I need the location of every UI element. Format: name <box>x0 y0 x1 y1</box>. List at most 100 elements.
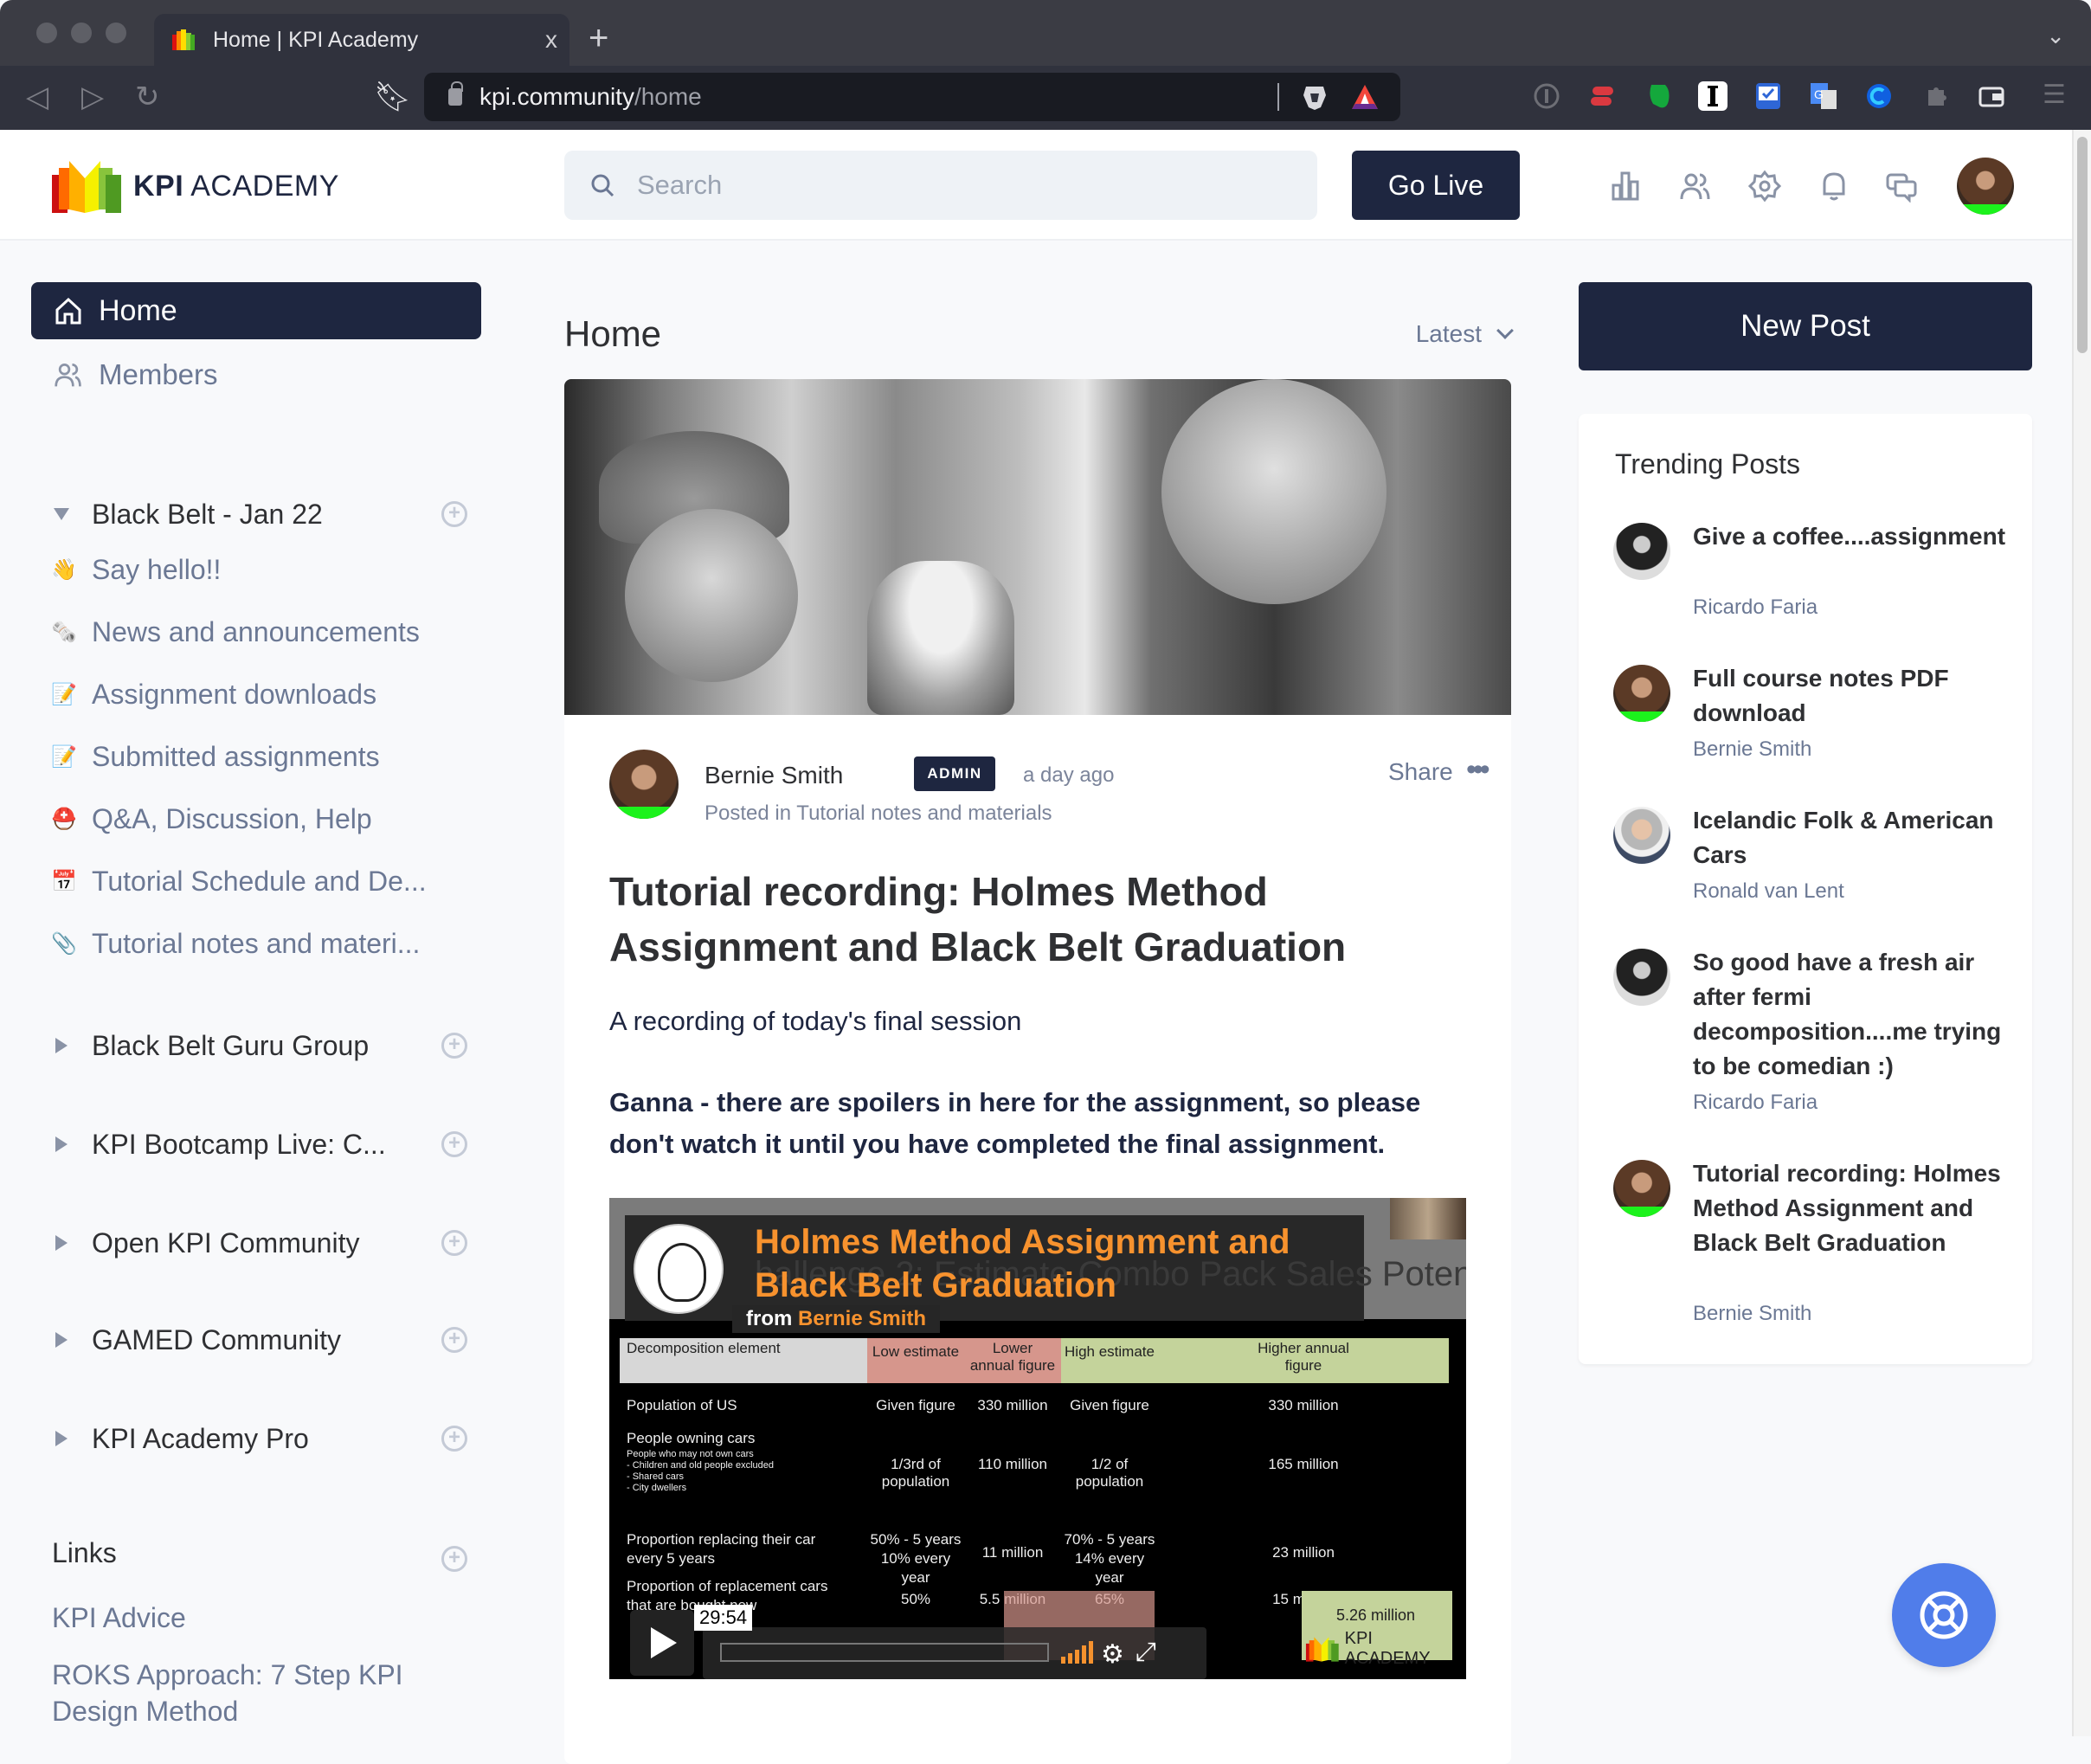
tab-list-chevron-icon[interactable]: ⌄ <box>2046 23 2065 49</box>
more-options-icon[interactable]: ••• <box>1466 753 1490 787</box>
page-title: Home <box>564 313 662 354</box>
google-translate-icon[interactable]: G <box>1809 81 1838 111</box>
messages-icon[interactable] <box>1885 170 1918 203</box>
add-channel-icon[interactable]: + <box>441 1327 467 1353</box>
cover-woman-face <box>625 509 798 682</box>
sidebar-item-home[interactable]: Home <box>31 282 481 339</box>
channel-submitted-assignments[interactable]: 📝 Submitted assignments <box>50 741 380 773</box>
channel-tutorial-schedule[interactable]: 📅 Tutorial Schedule and De... <box>50 866 427 898</box>
new-post-button[interactable]: New Post <box>1579 282 2032 370</box>
sidebar-group-black-belt-guru[interactable]: Black Belt Guru Group + <box>31 1020 481 1072</box>
leaderboard-icon[interactable] <box>1610 170 1643 203</box>
caret-down-icon[interactable] <box>54 508 69 520</box>
posted-in-channel[interactable]: Posted in Tutorial notes and materials <box>705 802 1052 826</box>
page-scrollbar[interactable] <box>2072 130 2091 1736</box>
trending-author: Ronald van Lent <box>1693 879 1844 903</box>
table-cell: Proportion replacing their car every 5 y… <box>627 1531 816 1567</box>
instapaper-icon[interactable] <box>1698 81 1727 111</box>
wallet-icon[interactable] <box>1977 81 2006 111</box>
caret-right-icon[interactable] <box>55 1038 68 1053</box>
bookmark-icon[interactable]: 🔖︎ <box>374 80 411 114</box>
cloudhq-icon[interactable] <box>1864 81 1894 111</box>
channel-tutorial-notes[interactable]: 📎 Tutorial notes and materi... <box>50 928 420 960</box>
channel-news[interactable]: 🗞️ News and announcements <box>50 616 420 648</box>
post-title[interactable]: Tutorial recording: Holmes Method Assign… <box>609 864 1475 975</box>
evernote-icon[interactable] <box>1644 81 1674 111</box>
caret-right-icon[interactable] <box>55 1431 68 1446</box>
sidebar-group-open-kpi[interactable]: Open KPI Community + <box>31 1217 481 1269</box>
go-live-button[interactable]: Go Live <box>1352 151 1520 220</box>
settings-icon[interactable] <box>1748 170 1781 203</box>
caret-right-icon[interactable] <box>55 1136 68 1152</box>
extensions-puzzle-icon[interactable] <box>1921 81 1951 111</box>
window-close-button[interactable] <box>36 23 57 43</box>
scrollbar-thumb[interactable] <box>2077 137 2088 353</box>
channel-qa-discussion[interactable]: ⛑️ Q&A, Discussion, Help <box>50 803 372 835</box>
add-channel-icon[interactable]: + <box>441 1230 467 1256</box>
sidebar-item-members[interactable]: Members <box>31 346 481 403</box>
expressvpn-icon[interactable] <box>1589 81 1618 111</box>
fullscreen-icon[interactable]: ⤢ <box>1136 1638 1156 1667</box>
sidebar-group-kpi-academy-pro[interactable]: KPI Academy Pro + <box>31 1413 481 1465</box>
video-progress-bar[interactable] <box>720 1643 1049 1662</box>
author-avatar[interactable] <box>609 750 679 819</box>
add-channel-icon[interactable]: + <box>441 1033 467 1059</box>
video-player[interactable]: hallenge 2: Estimate Combo Pack Sales Po… <box>609 1198 1466 1679</box>
sidebar-item-label: Members <box>99 358 218 390</box>
address-bar[interactable]: kpi.community/home <box>424 73 1400 121</box>
volume-icon[interactable] <box>1061 1641 1093 1664</box>
brave-shields-icon[interactable] <box>1302 83 1328 111</box>
author-name[interactable]: Bernie Smith <box>705 762 843 789</box>
add-channel-icon[interactable]: + <box>441 501 467 527</box>
kpi-academy-logo[interactable]: KPI ACADEMY <box>50 159 339 213</box>
sidebar-group-kpi-bootcamp[interactable]: KPI Bootcamp Live: C... + <box>31 1118 481 1170</box>
help-button[interactable] <box>1892 1563 1996 1667</box>
trending-title[interactable]: Give a coffee....assignment <box>1693 519 2013 554</box>
trending-title[interactable]: So good have a fresh air after fermi dec… <box>1693 945 2013 1084</box>
add-channel-icon[interactable]: + <box>441 1426 467 1452</box>
sort-dropdown[interactable]: Latest <box>1416 320 1514 348</box>
share-button[interactable]: Share <box>1388 758 1453 786</box>
reload-icon[interactable]: ↻ <box>135 80 160 114</box>
back-icon[interactable]: ◁ <box>26 80 48 114</box>
link-roks-approach[interactable]: ROKS Approach: 7 Step KPI Design Method <box>52 1657 450 1729</box>
tab-close-icon[interactable]: x <box>545 26 557 54</box>
trending-title[interactable]: Icelandic Folk & American Cars <box>1693 803 2013 872</box>
post-cover-image <box>564 379 1511 715</box>
browser-chrome: Home | KPI Academy x + ⌄ ◁ ▷ ↻ 🔖︎ kpi.co… <box>0 0 2091 130</box>
window-minimize-button[interactable] <box>71 23 92 43</box>
caret-right-icon[interactable] <box>55 1332 68 1348</box>
todoist-icon[interactable] <box>1753 81 1783 111</box>
channel-assignment-downloads[interactable]: 📝 Assignment downloads <box>50 679 376 711</box>
forward-icon[interactable]: ▷ <box>81 80 104 114</box>
notifications-icon[interactable] <box>1818 170 1850 203</box>
post-timestamp: a day ago <box>1023 763 1115 787</box>
new-tab-button[interactable]: + <box>589 19 608 58</box>
table-cell: 70% - 5 years 14% every year <box>1064 1531 1155 1586</box>
video-settings-icon[interactable]: ⚙ <box>1101 1639 1124 1670</box>
sidebar-group-gamed[interactable]: GAMED Community + <box>31 1314 481 1366</box>
user-avatar[interactable] <box>1957 158 2014 215</box>
add-channel-icon[interactable]: + <box>441 1131 467 1157</box>
table-cell: 11 million <box>981 1544 1044 1561</box>
search-box[interactable] <box>564 151 1317 220</box>
channel-say-hello[interactable]: 👋 Say hello!! <box>50 554 221 586</box>
search-input[interactable] <box>637 170 1243 201</box>
link-kpi-advice[interactable]: KPI Advice <box>52 1600 450 1636</box>
brave-rewards-icon[interactable] <box>1350 83 1380 111</box>
trending-title[interactable]: Tutorial recording: Holmes Method Assign… <box>1693 1156 2013 1260</box>
sidebar-group-black-belt-jan-22[interactable]: Black Belt - Jan 22 + <box>31 488 481 540</box>
memo-icon: 📝 <box>51 745 77 769</box>
browser-menu-icon[interactable]: ☰ <box>2043 80 2066 110</box>
browser-tab-active[interactable]: Home | KPI Academy x <box>154 14 569 66</box>
add-link-icon[interactable]: + <box>441 1546 467 1572</box>
play-button[interactable] <box>630 1610 694 1676</box>
caret-right-icon[interactable] <box>55 1235 68 1251</box>
trending-title[interactable]: Full course notes PDF download <box>1693 661 2013 731</box>
browser-toolbar: ◁ ▷ ↻ 🔖︎ kpi.community/home G ☰ <box>0 66 2091 130</box>
logo-text: KPI ACADEMY <box>133 169 339 203</box>
members-icon[interactable] <box>1679 170 1712 203</box>
window-maximize-button[interactable] <box>106 23 126 43</box>
sidebar-item-label: Home <box>99 293 177 327</box>
1password-icon[interactable] <box>1532 81 1561 111</box>
